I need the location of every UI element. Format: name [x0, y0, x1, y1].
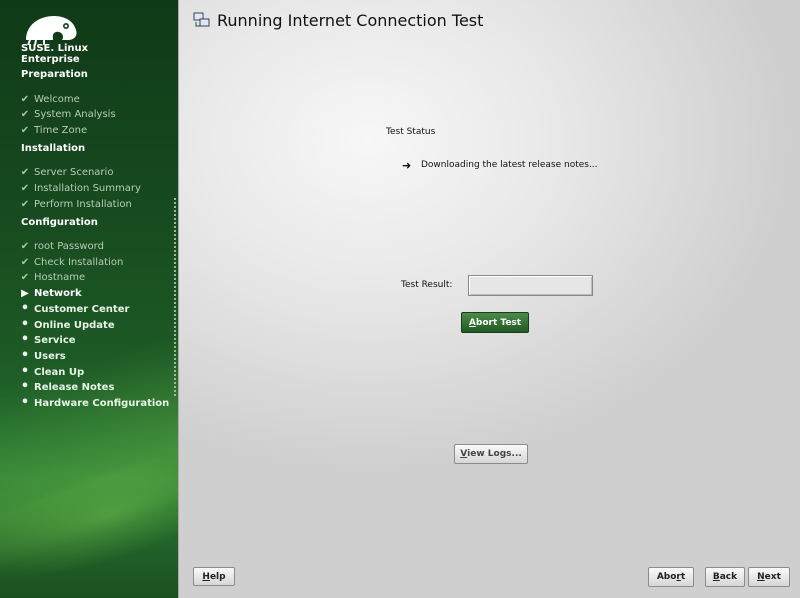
check-icon: ✔	[20, 108, 30, 120]
step-server-scenario: ✔ Server Scenario	[18, 165, 114, 179]
step-service: • Service	[18, 333, 76, 347]
sidebar: SUSE. Linux Enterprise Preparation ✔ Welc…	[0, 0, 178, 598]
abort-test-button[interactable]: Abort Test	[461, 312, 529, 333]
step-users: • Users	[18, 349, 66, 363]
step-network: ▶ Network	[18, 286, 81, 300]
check-icon: ✔	[20, 182, 30, 194]
step-clean-up: • Clean Up	[18, 365, 84, 379]
check-icon: ✔	[20, 271, 30, 283]
step-online-update: • Online Update	[18, 318, 115, 332]
bullet-icon: •	[20, 348, 30, 363]
step-check-installation: ✔ Check Installation	[18, 255, 124, 269]
step-perform-installation: ✔ Perform Installation	[18, 197, 132, 211]
test-status-label: Test Status	[386, 127, 436, 137]
next-button[interactable]: Next	[748, 567, 790, 587]
check-icon: ✔	[20, 256, 30, 268]
abort-button[interactable]: Abo r t	[648, 567, 694, 587]
step-installation-summary: ✔ Installation Summary	[18, 181, 141, 195]
section-installation: Installation	[21, 143, 86, 154]
step-customer-center: • Customer Center	[18, 301, 130, 316]
step-welcome: ✔ Welcome	[18, 92, 80, 106]
suse-chameleon-logo-icon	[26, 16, 77, 46]
bullet-icon: •	[20, 364, 30, 379]
bullet-icon: •	[20, 301, 30, 316]
page-title: Running Internet Connection Test	[217, 11, 484, 30]
bullet-icon: •	[20, 332, 30, 347]
check-icon: ✔	[20, 166, 30, 178]
check-icon: ✔	[20, 124, 30, 136]
bullet-icon: •	[20, 379, 30, 394]
step-release-notes: • Release Notes	[18, 379, 115, 394]
step-system-analysis: ✔ System Analysis	[18, 107, 116, 121]
main-panel: Running Internet Connection Test Test St…	[178, 0, 800, 598]
bullet-icon: •	[20, 395, 30, 410]
test-result-field	[468, 275, 593, 296]
test-result-label: Test Result:	[401, 280, 453, 290]
check-icon: ✔	[20, 93, 30, 105]
step-time-zone: ✔ Time Zone	[18, 123, 87, 137]
step-root-password: ✔ root Password	[18, 239, 104, 253]
arrow-right-icon: ➜	[402, 159, 412, 172]
check-icon: ✔	[20, 240, 30, 252]
step-hardware-configuration: • Hardware Configuration	[18, 396, 169, 410]
back-button[interactable]: Back	[705, 567, 745, 587]
bullet-icon: •	[20, 317, 30, 332]
step-hostname: ✔ Hostname	[18, 270, 85, 284]
triangle-right-icon: ▶	[21, 287, 29, 299]
sidebar-scroll-edge	[174, 198, 176, 398]
help-button[interactable]: Help	[193, 567, 235, 586]
network-test-icon	[193, 12, 210, 27]
status-message: Downloading the latest release notes...	[421, 160, 598, 170]
view-logs-button[interactable]: View Logs...	[454, 444, 528, 464]
section-configuration: Configuration	[21, 217, 98, 228]
check-icon: ✔	[20, 198, 30, 210]
section-preparation: Preparation	[21, 69, 88, 80]
brand-line-1: SUSE. Linux	[21, 43, 89, 54]
brand-line-2: Enterprise	[21, 54, 80, 65]
